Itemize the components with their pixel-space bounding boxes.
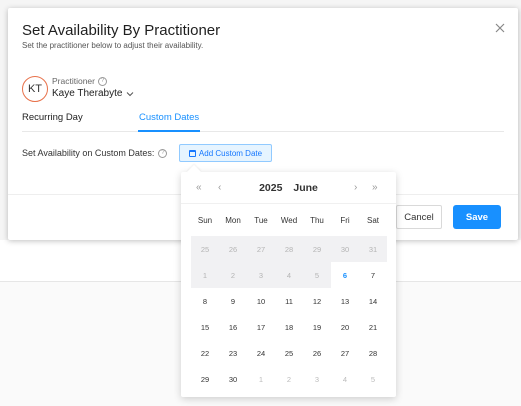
calendar-day[interactable]: 23 [219, 340, 247, 366]
weekday-label: Mon [225, 216, 241, 225]
save-button[interactable]: Save [453, 205, 501, 229]
custom-dates-row: Set Availability on Custom Dates: ? [22, 148, 168, 158]
modal-title: Set Availability By Practitioner [22, 22, 221, 39]
calendar-day[interactable]: 15 [191, 314, 219, 340]
calendar-day[interactable]: 20 [331, 314, 359, 340]
calendar-day: 4 [275, 262, 303, 288]
question-icon[interactable]: ? [98, 76, 107, 86]
calendar-day: 1 [191, 262, 219, 288]
picker-header: « ‹ 2025 June › » [181, 172, 396, 204]
calendar-day: 25 [191, 236, 219, 262]
add-custom-date-button[interactable]: Add Custom Date [179, 144, 272, 162]
calendar-grid: 25 26 27 28 29 30 31 1 2 3 4 5 6 7 8 9 1… [191, 236, 387, 392]
question-icon[interactable]: ? [158, 148, 168, 158]
date-picker-dropdown: « ‹ 2025 June › » Sun Mon Tue Wed Thu Fr… [181, 164, 396, 397]
calendar-day-next-month[interactable]: 4 [331, 366, 359, 392]
next-month-icon[interactable]: › [354, 182, 357, 193]
picker-year[interactable]: 2025 [259, 182, 282, 194]
calendar-day: 29 [303, 236, 331, 262]
weekday-label: Tue [254, 216, 268, 225]
calendar-day[interactable]: 17 [247, 314, 275, 340]
calendar-day-next-month[interactable]: 2 [275, 366, 303, 392]
calendar-icon [188, 149, 196, 157]
calendar-day[interactable]: 25 [275, 340, 303, 366]
calendar-day-today[interactable]: 6 [331, 262, 359, 288]
calendar-day[interactable]: 8 [191, 288, 219, 314]
calendar-day: 31 [359, 236, 387, 262]
calendar-day: 5 [303, 262, 331, 288]
custom-dates-label: Set Availability on Custom Dates: [22, 148, 155, 158]
calendar-day[interactable]: 29 [191, 366, 219, 392]
weekday-label: Thu [310, 216, 324, 225]
weekday-label: Wed [280, 216, 298, 225]
calendar-day[interactable]: 26 [303, 340, 331, 366]
calendar-day[interactable]: 24 [247, 340, 275, 366]
tab-custom-dates[interactable]: Custom Dates [138, 112, 201, 132]
practitioner-select[interactable]: Kaye Therabyte [52, 88, 134, 99]
practitioner-name: Kaye Therabyte [52, 88, 123, 99]
calendar-day[interactable]: 28 [359, 340, 387, 366]
calendar-day: 30 [331, 236, 359, 262]
calendar-day-next-month[interactable]: 3 [303, 366, 331, 392]
weekday-label: Sun [197, 216, 213, 225]
calendar-day-next-month[interactable]: 1 [247, 366, 275, 392]
weekday-label: Fri [340, 216, 350, 225]
cancel-button[interactable]: Cancel [396, 205, 442, 229]
tab-recurring-day[interactable]: Recurring Day [22, 112, 83, 132]
close-button[interactable] [494, 22, 506, 34]
weekday-label: Sat [366, 216, 379, 225]
add-custom-date-label: Add Custom Date [198, 148, 263, 158]
calendar-day[interactable]: 21 [359, 314, 387, 340]
calendar-day[interactable]: 10 [247, 288, 275, 314]
calendar-day[interactable]: 19 [303, 314, 331, 340]
practitioner-label: Practitioner ? [52, 76, 107, 86]
calendar-day[interactable]: 16 [219, 314, 247, 340]
calendar-day[interactable]: 27 [331, 340, 359, 366]
calendar-day: 26 [219, 236, 247, 262]
calendar-day[interactable]: 9 [219, 288, 247, 314]
practitioner-avatar: KT [22, 76, 48, 102]
calendar-day[interactable]: 13 [331, 288, 359, 314]
calendar-day: 28 [275, 236, 303, 262]
calendar-day[interactable]: 22 [191, 340, 219, 366]
calendar-day: 27 [247, 236, 275, 262]
calendar-day[interactable]: 18 [275, 314, 303, 340]
calendar-day-next-month[interactable]: 5 [359, 366, 387, 392]
calendar-day[interactable]: 30 [219, 366, 247, 392]
next-year-icon[interactable]: » [372, 182, 378, 193]
picker-month[interactable]: June [293, 182, 318, 194]
practitioner-label-text: Practitioner [52, 76, 95, 86]
picker-title: 2025 June [181, 182, 396, 194]
calendar-day[interactable]: 7 [359, 262, 387, 288]
calendar-day: 2 [219, 262, 247, 288]
weekday-header: Sun Mon Tue Wed Thu Fri Sat [191, 216, 387, 230]
close-icon [495, 23, 505, 33]
chevron-down-icon [127, 91, 134, 96]
tab-bar: Recurring Day Custom Dates [22, 112, 504, 132]
calendar-day: 3 [247, 262, 275, 288]
modal-subtitle: Set the practitioner below to adjust the… [22, 41, 204, 50]
calendar-day[interactable]: 14 [359, 288, 387, 314]
calendar-day[interactable]: 11 [275, 288, 303, 314]
calendar-day[interactable]: 12 [303, 288, 331, 314]
